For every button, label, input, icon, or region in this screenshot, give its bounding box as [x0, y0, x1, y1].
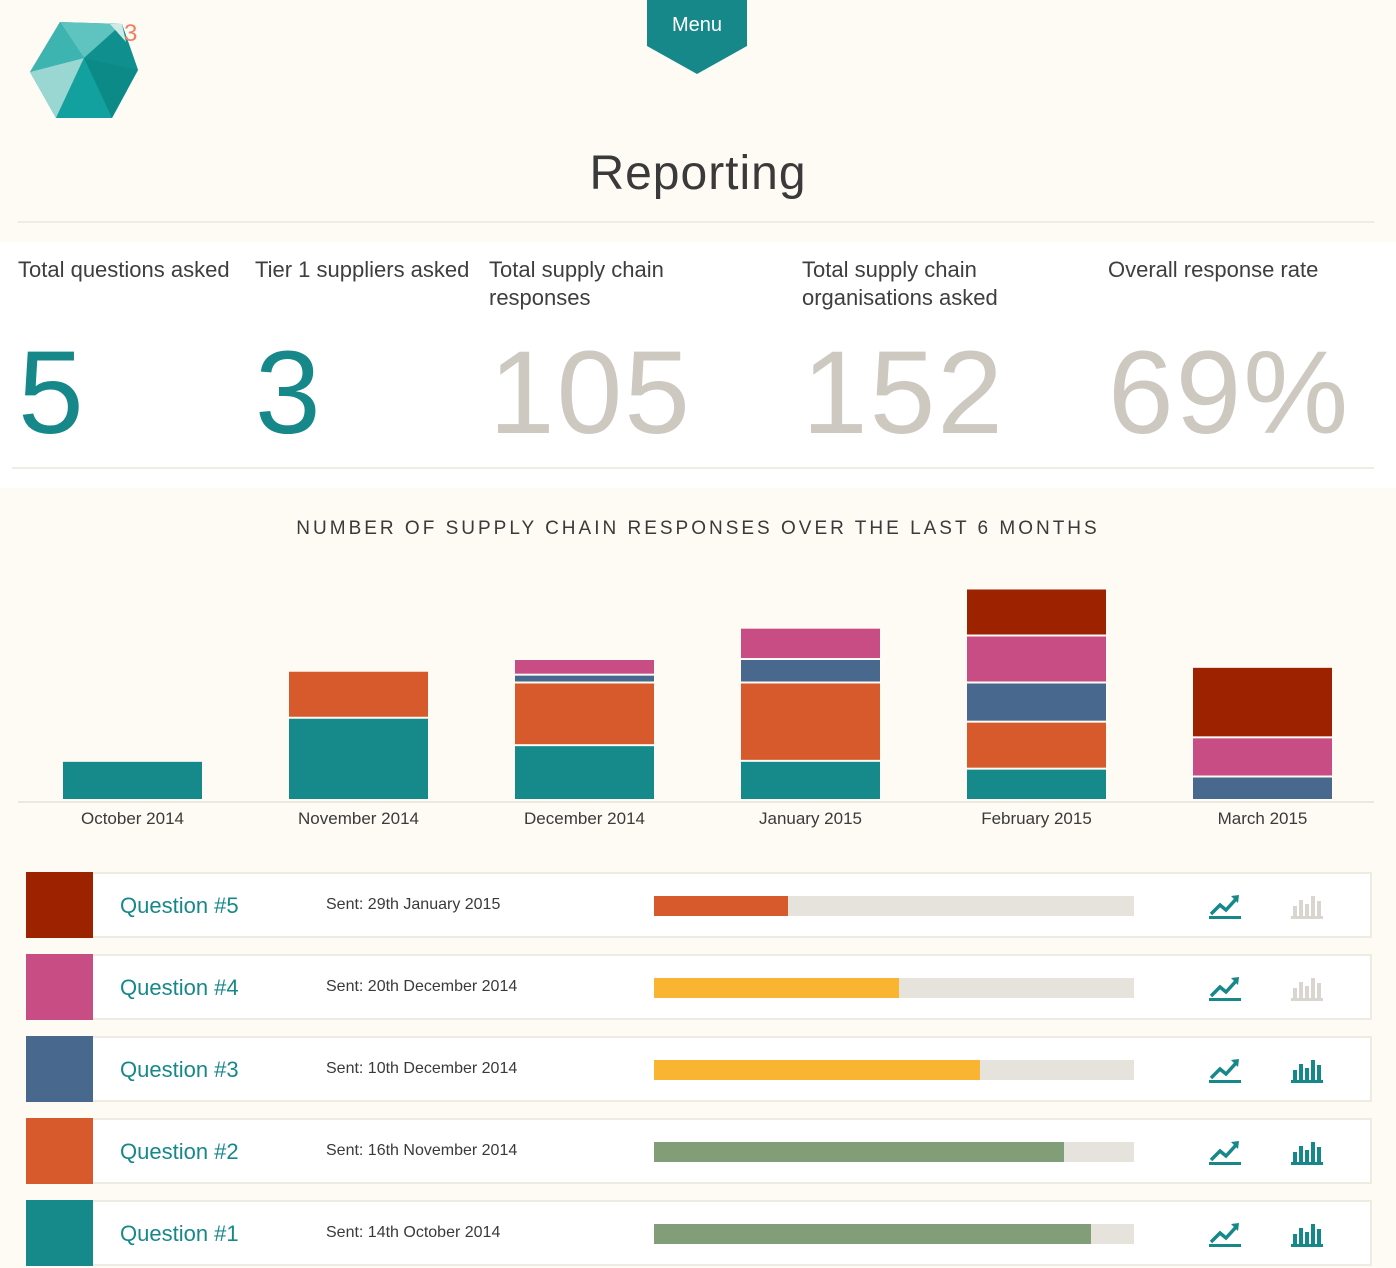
x-tick-label: December 2014 [524, 809, 645, 828]
stat-response-rate: Overall response rate 69% [1108, 256, 1350, 458]
stat-value: 105 [489, 327, 692, 459]
stat-total-organisations: Total supply chain organisations asked 1… [802, 256, 1062, 458]
page-header: 3 Menu Reporting [0, 0, 1396, 240]
question-color-swatch [26, 1200, 93, 1266]
response-progress-bar [654, 1224, 1134, 1244]
bar-segment-q4-4[interactable] [967, 636, 1106, 682]
chart-title: NUMBER OF SUPPLY CHAIN RESPONSES OVER TH… [296, 518, 1100, 539]
question-color-swatch [26, 872, 93, 938]
question-sent-date: Sent: 14th October 2014 [326, 1224, 501, 1241]
stats-panel: Total questions asked 5 Tier 1 suppliers… [0, 242, 1396, 488]
x-tick-label: October 2014 [81, 809, 184, 828]
bar-segment-q1-2[interactable] [515, 746, 654, 799]
trend-up-icon[interactable] [1208, 1220, 1242, 1248]
stat-label: Total supply chain organisations asked [802, 257, 998, 310]
response-progress-fill [654, 896, 789, 916]
stat-label: Total questions asked [18, 257, 230, 282]
bar-segment-q4-3[interactable] [741, 628, 880, 658]
question-row[interactable]: Question #3 Sent: 10th December 2014 [26, 1036, 1372, 1102]
bar-chart-icon[interactable] [1290, 974, 1324, 1002]
question-color-swatch [26, 1036, 93, 1102]
question-color-swatch [26, 1118, 93, 1184]
response-progress-fill [654, 978, 899, 998]
bar-segment-q3-5[interactable] [1193, 777, 1332, 800]
question-name-link[interactable]: Question #5 [120, 893, 239, 919]
x-tick-label: February 2015 [981, 809, 1092, 828]
response-progress-bar [654, 978, 1134, 998]
bar-segment-q1-1[interactable] [289, 718, 428, 799]
bar-chart-icon[interactable] [1290, 1138, 1324, 1166]
stat-total-questions: Total questions asked 5 [18, 256, 258, 458]
response-progress-bar [654, 1060, 1134, 1080]
question-sent-date: Sent: 16th November 2014 [326, 1142, 518, 1159]
bar-segment-q2-3[interactable] [741, 683, 880, 760]
page-title: Reporting [589, 147, 807, 200]
stat-value: 69% [1108, 327, 1351, 459]
response-progress-fill [654, 1224, 1091, 1244]
question-row[interactable]: Question #1 Sent: 14th October 2014 [26, 1200, 1372, 1266]
bar-segment-q5-5[interactable] [1193, 667, 1332, 737]
bar-segment-q2-2[interactable] [515, 683, 654, 745]
bar-segment-q3-3[interactable] [741, 660, 880, 682]
response-progress-bar [654, 896, 1134, 916]
response-progress-fill [654, 1060, 981, 1080]
bar-segment-q3-2[interactable] [515, 675, 654, 682]
bar-segment-q4-2[interactable] [515, 660, 654, 674]
chart-baseline [18, 801, 1374, 803]
question-row[interactable]: Question #2 Sent: 16th November 2014 [26, 1118, 1372, 1184]
question-name-link[interactable]: Question #1 [120, 1221, 239, 1247]
divider [18, 221, 1374, 223]
question-row[interactable]: Question #5 Sent: 29th January 2015 [26, 872, 1372, 938]
question-sent-date: Sent: 10th December 2014 [326, 1060, 518, 1077]
divider [12, 467, 1374, 469]
stat-value: 152 [802, 327, 1005, 459]
trend-up-icon[interactable] [1208, 892, 1242, 920]
bar-chart-icon[interactable] [1290, 1220, 1324, 1248]
trend-up-icon[interactable] [1208, 974, 1242, 1002]
stat-value: 3 [255, 327, 323, 459]
x-tick-label: January 2015 [759, 809, 862, 828]
trend-up-icon[interactable] [1208, 1056, 1242, 1084]
stat-label: Tier 1 suppliers asked [255, 257, 470, 282]
question-sent-date: Sent: 29th January 2015 [326, 896, 501, 913]
response-progress-fill [654, 1142, 1065, 1162]
question-name-link[interactable]: Question #2 [120, 1139, 239, 1165]
stat-label: Overall response rate [1108, 257, 1319, 282]
question-sent-date: Sent: 20th December 2014 [326, 978, 518, 995]
bar-segment-q3-4[interactable] [967, 683, 1106, 721]
response-progress-bar [654, 1142, 1134, 1162]
question-row[interactable]: Question #4 Sent: 20th December 2014 [26, 954, 1372, 1020]
question-name-link[interactable]: Question #4 [120, 975, 239, 1001]
menu-button[interactable]: Menu [647, 0, 747, 74]
stat-label: Total supply chain responses [489, 257, 664, 310]
stat-tier1-suppliers: Tier 1 suppliers asked 3 [255, 256, 495, 458]
bar-segment-q2-4[interactable] [967, 722, 1106, 768]
x-tick-label: March 2015 [1218, 809, 1308, 828]
responses-bar-chart: October 2014 November 2014 December 2014 Ja… [18, 589, 1374, 828]
bar-chart-icon[interactable] [1290, 1056, 1324, 1084]
menu-label: Menu [671, 14, 723, 36]
stat-value: 5 [18, 327, 86, 459]
logo-superscript: 3 [124, 20, 138, 47]
bar-chart-icon[interactable] [1290, 892, 1324, 920]
question-name-link[interactable]: Question #3 [120, 1057, 239, 1083]
bar-segment-q1-3[interactable] [741, 761, 880, 799]
x-tick-label: November 2014 [298, 809, 419, 828]
bar-segment-q5-4[interactable] [967, 589, 1106, 635]
bar-segment-q4-5[interactable] [1193, 738, 1332, 776]
question-color-swatch [26, 954, 93, 1020]
bar-segment-q2-1[interactable] [289, 671, 428, 717]
bar-segment-q1-0[interactable] [63, 761, 202, 799]
trend-up-icon[interactable] [1208, 1138, 1242, 1166]
bar-segment-q1-4[interactable] [967, 769, 1106, 799]
stat-total-responses: Total supply chain responses 105 [489, 256, 729, 458]
